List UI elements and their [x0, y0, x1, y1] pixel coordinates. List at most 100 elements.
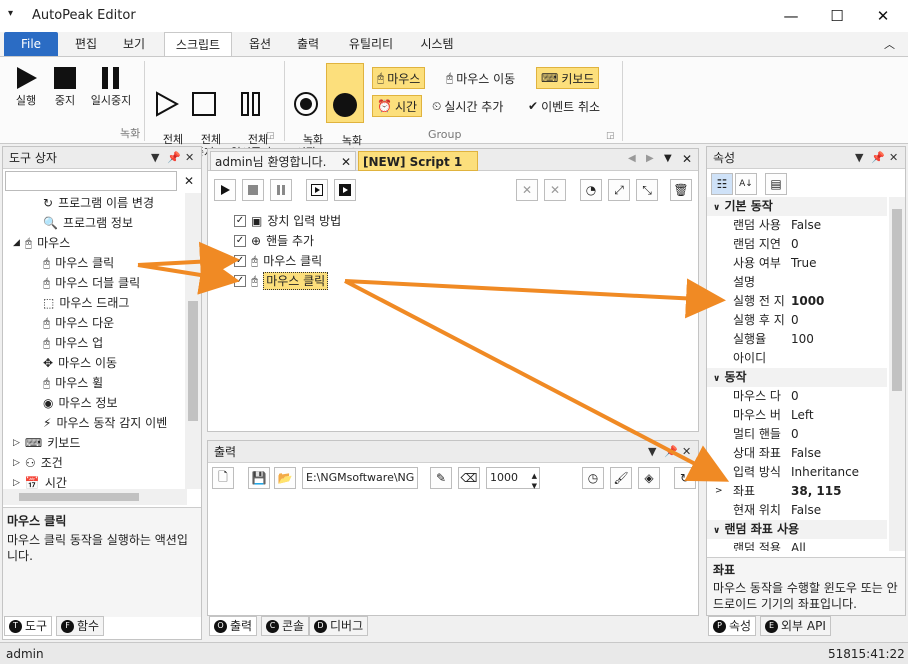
prop-multi-handle[interactable]: 멀티 핸들 0 — [707, 425, 887, 444]
editor-delete-button[interactable]: ✕ — [516, 179, 538, 201]
prop-input-method[interactable]: 입력 방식 Inheritance — [707, 463, 887, 482]
close-editor-icon[interactable]: ✕ — [682, 152, 692, 166]
panel-dropdown-icon[interactable]: ▼ — [151, 147, 159, 169]
script-node-mouse-click-2[interactable]: ✓ 🖰 마우스 클릭 — [234, 271, 329, 291]
tab-view[interactable]: 보기 — [114, 32, 154, 56]
editor-expand-button[interactable]: ⤢ — [608, 179, 630, 201]
pause-button[interactable]: 일시중지 — [84, 65, 138, 107]
editor-collapse-button[interactable]: ⤡ — [636, 179, 658, 201]
keyboard-toggle-button[interactable]: ⌨ 키보드 — [536, 67, 600, 89]
prop-coordinates[interactable]: > 좌표 38, 115 — [707, 482, 887, 501]
file-menu-tab[interactable]: File — [4, 32, 58, 56]
prop-mouse-down[interactable]: 마우스 다0 — [707, 387, 887, 406]
prop-category-action[interactable]: ∨ 동작 — [707, 368, 887, 387]
output-refresh-button[interactable]: ↻ — [674, 467, 696, 489]
scroll-thumb[interactable] — [892, 209, 902, 391]
output-path-input[interactable]: E:\NGMsoftware\NG — [302, 467, 418, 489]
properties-vscrollbar[interactable] — [889, 197, 905, 551]
prop-id[interactable]: 아이디 — [707, 349, 887, 368]
tab-external-api[interactable]: E 외부 API — [760, 616, 831, 636]
editor-timer-button[interactable]: ◔ — [580, 179, 602, 201]
tree-item-mouse-double-click[interactable]: 🖰 마우스 더블 클릭 — [43, 273, 140, 293]
window-menu-icon[interactable]: ▾ — [8, 8, 13, 19]
pin-icon[interactable]: 📌 — [664, 441, 678, 463]
tree-item-program-info[interactable]: 🔍 프로그램 정보 — [43, 213, 133, 233]
record-stop-button[interactable]: 녹화 중지 — [326, 63, 364, 160]
prop-random-apply[interactable]: 랜덤 적용 All — [707, 539, 887, 551]
prop-category-basic[interactable]: ∨ 기본 동작 — [707, 197, 887, 216]
panel-close-icon[interactable]: ✕ — [682, 441, 691, 463]
tab-script-1[interactable]: [NEW] Script 1 — [358, 151, 478, 171]
panel-dropdown-icon[interactable]: ▼ — [648, 441, 656, 463]
maximize-button[interactable]: ☐ — [814, 0, 860, 32]
scroll-thumb[interactable] — [188, 301, 198, 421]
editor-step-button[interactable] — [306, 179, 328, 201]
collapse-ribbon-icon[interactable]: ︿ — [884, 36, 895, 52]
script-node-mouse-click-1[interactable]: ✓ 🖰 마우스 클릭 — [234, 251, 322, 271]
prop-random-use[interactable]: 랜덤 사용 False — [707, 216, 887, 235]
tab-functions[interactable]: F 함수 — [56, 616, 105, 636]
prop-run-rate[interactable]: 실행율 100 — [707, 330, 887, 349]
hscroll-thumb[interactable] — [19, 493, 139, 501]
output-magic-button[interactable]: ✎ — [430, 467, 452, 489]
pin-icon[interactable]: 📌 — [871, 147, 885, 169]
tab-console[interactable]: C 콘솔 — [261, 616, 310, 636]
property-pages-button[interactable]: ▤ — [765, 173, 787, 195]
time-toggle-button[interactable]: ⏰ 시간 — [372, 95, 423, 117]
editor-trash-button[interactable]: 🗑 — [670, 179, 692, 201]
alphabetical-view-button[interactable]: A↓ — [735, 173, 757, 195]
panel-close-icon[interactable]: ✕ — [185, 147, 194, 169]
tree-item-keyboard[interactable]: ▷ ⌨ 키보드 — [13, 433, 80, 453]
prop-delay-after[interactable]: 실행 후 지0 — [707, 311, 887, 330]
checkbox[interactable]: ✓ — [234, 255, 246, 267]
tree-item-mouse-wheel[interactable]: 🖰 마우스 휠 — [43, 373, 103, 393]
categorized-view-button[interactable]: ☷ — [711, 173, 733, 195]
checkbox[interactable]: ✓ — [234, 235, 246, 247]
output-fill-button[interactable]: ◈ — [638, 467, 660, 489]
tree-item-time[interactable]: ▷ 📅 시간 — [13, 473, 67, 489]
editor-step-over-button[interactable] — [334, 179, 356, 201]
output-number-stepper[interactable]: 1000 ▲ ▼ — [486, 467, 540, 490]
tree-item-mouse[interactable]: ◢ 🖰 마우스 — [13, 233, 70, 253]
prop-category-random-coords[interactable]: ∨ 랜덤 좌표 사용 — [707, 520, 887, 539]
group-launcher-icon-2[interactable]: ◲ — [606, 131, 615, 141]
close-window-button[interactable]: ✕ — [860, 0, 906, 32]
output-eraser-button[interactable]: ⌫ — [458, 467, 480, 489]
prop-delay-before[interactable]: 실행 전 지 1000 — [707, 292, 887, 311]
minimize-button[interactable]: — — [768, 0, 814, 32]
tab-properties[interactable]: P 속성 — [708, 616, 757, 636]
panel-dropdown-icon[interactable]: ▼ — [855, 147, 863, 169]
tree-item-mouse-event[interactable]: ⚡ 마우스 동작 감지 이벤 — [43, 413, 167, 433]
tab-script[interactable]: 스크립트 — [164, 32, 232, 56]
prop-enabled[interactable]: 사용 여부 True — [707, 254, 887, 273]
output-log-area[interactable] — [210, 493, 696, 613]
script-node-add-handle[interactable]: ✓ ⊕ 핸들 추가 — [234, 231, 314, 251]
editor-delete-all-button[interactable]: ✕ — [544, 179, 566, 201]
tree-item-mouse-up[interactable]: 🖰 마우스 업 — [43, 333, 103, 353]
run-button[interactable]: 실행 — [8, 65, 44, 107]
mouse-move-button[interactable]: 🖰 마우스 이동 — [442, 67, 519, 89]
prop-description[interactable]: 설명 — [707, 273, 887, 292]
tree-item-mouse-down[interactable]: 🖰 마우스 다운 — [43, 313, 114, 333]
output-brush-button[interactable]: 🖌 — [610, 467, 632, 489]
checkbox[interactable]: ✓ — [234, 215, 246, 227]
tab-tools[interactable]: T 도구 — [4, 616, 53, 636]
mouse-toggle-button[interactable]: 🖰 마우스 — [372, 67, 426, 89]
toolbox-vscrollbar[interactable] — [185, 193, 201, 489]
toolbox-hscrollbar[interactable] — [3, 489, 187, 505]
realtime-add-button[interactable]: ⏲ 실시간 추가 — [428, 95, 507, 117]
group-launcher-icon[interactable]: ◲ — [266, 131, 275, 141]
stop-button[interactable]: 중지 — [48, 65, 82, 107]
prop-relative-coords[interactable]: 상대 좌표 False — [707, 444, 887, 463]
event-cancel-button[interactable]: ✔ 이벤트 취소 — [524, 95, 604, 117]
tree-item-mouse-info[interactable]: ◉ 마우스 정보 — [43, 393, 118, 413]
tree-item-condition[interactable]: ▷ ⚇ 조건 — [13, 453, 63, 473]
tab-options[interactable]: 옵션 — [240, 32, 280, 56]
checkbox[interactable]: ✓ — [234, 275, 246, 287]
tab-edit[interactable]: 편집 — [66, 32, 106, 56]
tab-list-icon[interactable]: ▼ — [664, 153, 672, 164]
prop-random-delay[interactable]: 랜덤 지연 0 — [707, 235, 887, 254]
tree-item-mouse-click[interactable]: 🖰 마우스 클릭 — [43, 253, 114, 273]
script-node-input-method[interactable]: ✓ ▣ 장치 입력 방법 — [234, 211, 341, 231]
prop-mouse-button[interactable]: 마우스 버 Left — [707, 406, 887, 425]
